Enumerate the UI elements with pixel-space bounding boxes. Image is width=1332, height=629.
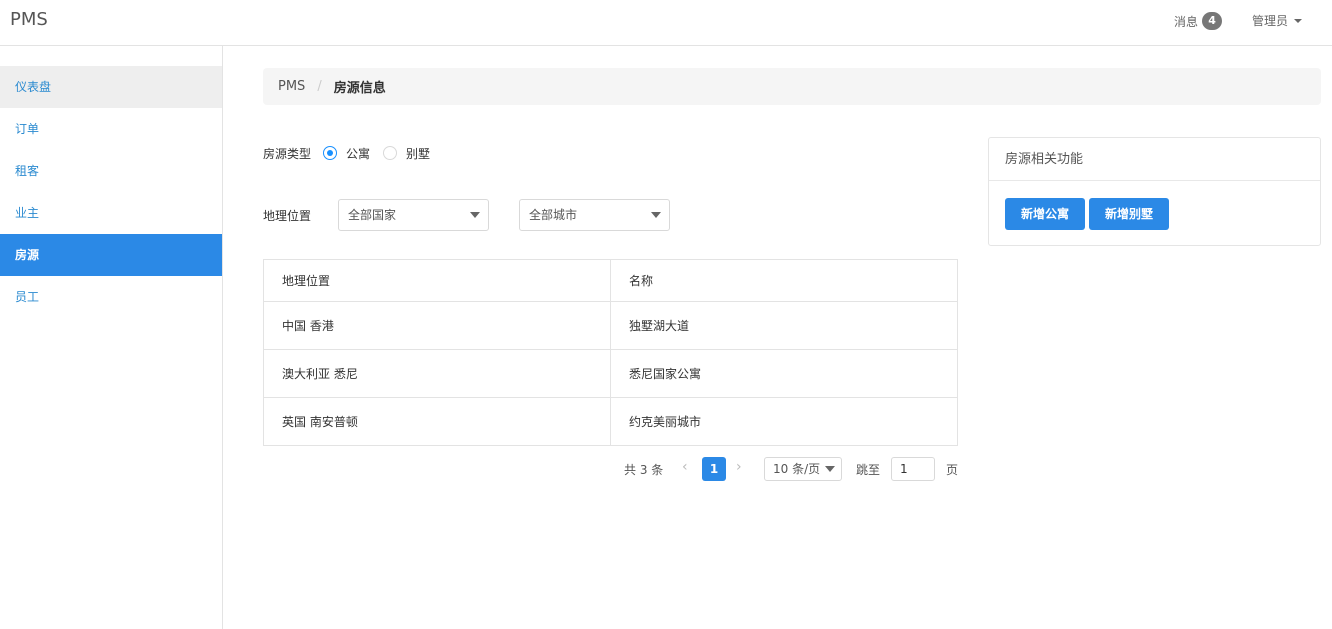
prev-page-icon[interactable]: ‹	[682, 459, 688, 475]
location-filter: 地理位置	[263, 199, 323, 231]
jump-to-label: 跳至	[856, 463, 881, 477]
user-name: 管理员	[1252, 14, 1289, 28]
add-apartment-button[interactable]: 新增公寓	[1005, 198, 1085, 230]
sidebar-item-properties[interactable]: 房源	[0, 234, 222, 276]
next-page-icon[interactable]: ›	[736, 459, 742, 475]
sidebar-item-tenants[interactable]: 租客	[0, 150, 222, 192]
column-header-location[interactable]: 地理位置	[263, 259, 611, 302]
table-row[interactable]: 中国 香港 独墅湖大道	[263, 301, 958, 350]
dropdown-arrow-icon	[825, 466, 835, 472]
property-table: 地理位置 名称 中国 香港 独墅湖大道 澳大利亚 悉尼 悉尼国家公寓 英国 南安…	[263, 259, 958, 446]
radio-villa-label[interactable]: 别墅	[406, 145, 430, 162]
add-villa-button[interactable]: 新增别墅	[1089, 198, 1169, 230]
table-header-row: 地理位置 名称	[263, 259, 958, 302]
panel-title: 房源相关功能	[989, 138, 1320, 181]
cell-name: 悉尼国家公寓	[610, 349, 958, 398]
radio-apartment[interactable]	[323, 146, 338, 160]
cell-location: 澳大利亚 悉尼	[263, 349, 611, 398]
location-label: 地理位置	[263, 208, 312, 223]
breadcrumb-root[interactable]: PMS	[278, 79, 305, 94]
page-unit-label: 页	[946, 463, 959, 477]
property-type-filter: 房源类型 公寓 别墅	[263, 144, 443, 162]
user-menu-dropdown[interactable]: 管理员	[1252, 12, 1303, 29]
top-navbar: PMS 消息 4 管理员	[0, 0, 1332, 46]
breadcrumb: PMS / 房源信息	[263, 68, 1321, 105]
radio-villa[interactable]	[383, 146, 398, 160]
jump-page-input[interactable]	[891, 457, 935, 481]
dropdown-arrow-icon	[651, 212, 661, 218]
sidebar-item-orders[interactable]: 订单	[0, 108, 222, 150]
messages-count-badge: 4	[1202, 12, 1223, 30]
property-actions-panel: 房源相关功能 新增公寓 新增别墅	[988, 137, 1321, 246]
sidebar-item-staff[interactable]: 员工	[0, 276, 222, 318]
cell-name: 独墅湖大道	[610, 301, 958, 350]
city-select-value: 全部城市	[529, 208, 578, 222]
breadcrumb-separator: /	[317, 79, 322, 94]
brand-logo[interactable]: PMS	[10, 9, 48, 30]
column-header-name[interactable]: 名称	[610, 259, 958, 302]
sidebar-item-dashboard[interactable]: 仪表盘	[0, 66, 222, 108]
dropdown-arrow-icon	[470, 212, 480, 218]
sidebar-item-owners[interactable]: 业主	[0, 192, 222, 234]
property-type-label: 房源类型	[263, 146, 312, 161]
messages-link[interactable]: 消息 4	[1174, 12, 1223, 30]
country-select-value: 全部国家	[348, 208, 397, 222]
cell-location: 中国 香港	[263, 301, 611, 350]
sidebar: 仪表盘 订单 租客 业主 房源 员工	[0, 46, 223, 629]
page-size-select[interactable]: 10 条/页	[764, 457, 842, 481]
radio-apartment-label[interactable]: 公寓	[346, 145, 370, 162]
page-size-value: 10 条/页	[773, 462, 821, 476]
pagination-total: 共 3 条	[624, 463, 664, 477]
table-row[interactable]: 英国 南安普顿 约克美丽城市	[263, 397, 958, 446]
breadcrumb-current: 房源信息	[333, 81, 386, 96]
caret-down-icon	[1294, 18, 1303, 23]
cell-location: 英国 南安普顿	[263, 397, 611, 446]
country-select[interactable]: 全部国家	[338, 199, 489, 231]
cell-name: 约克美丽城市	[610, 397, 958, 446]
city-select[interactable]: 全部城市	[519, 199, 670, 231]
page-number-current[interactable]: 1	[702, 457, 726, 481]
messages-label: 消息	[1174, 14, 1199, 29]
table-row[interactable]: 澳大利亚 悉尼 悉尼国家公寓	[263, 349, 958, 398]
